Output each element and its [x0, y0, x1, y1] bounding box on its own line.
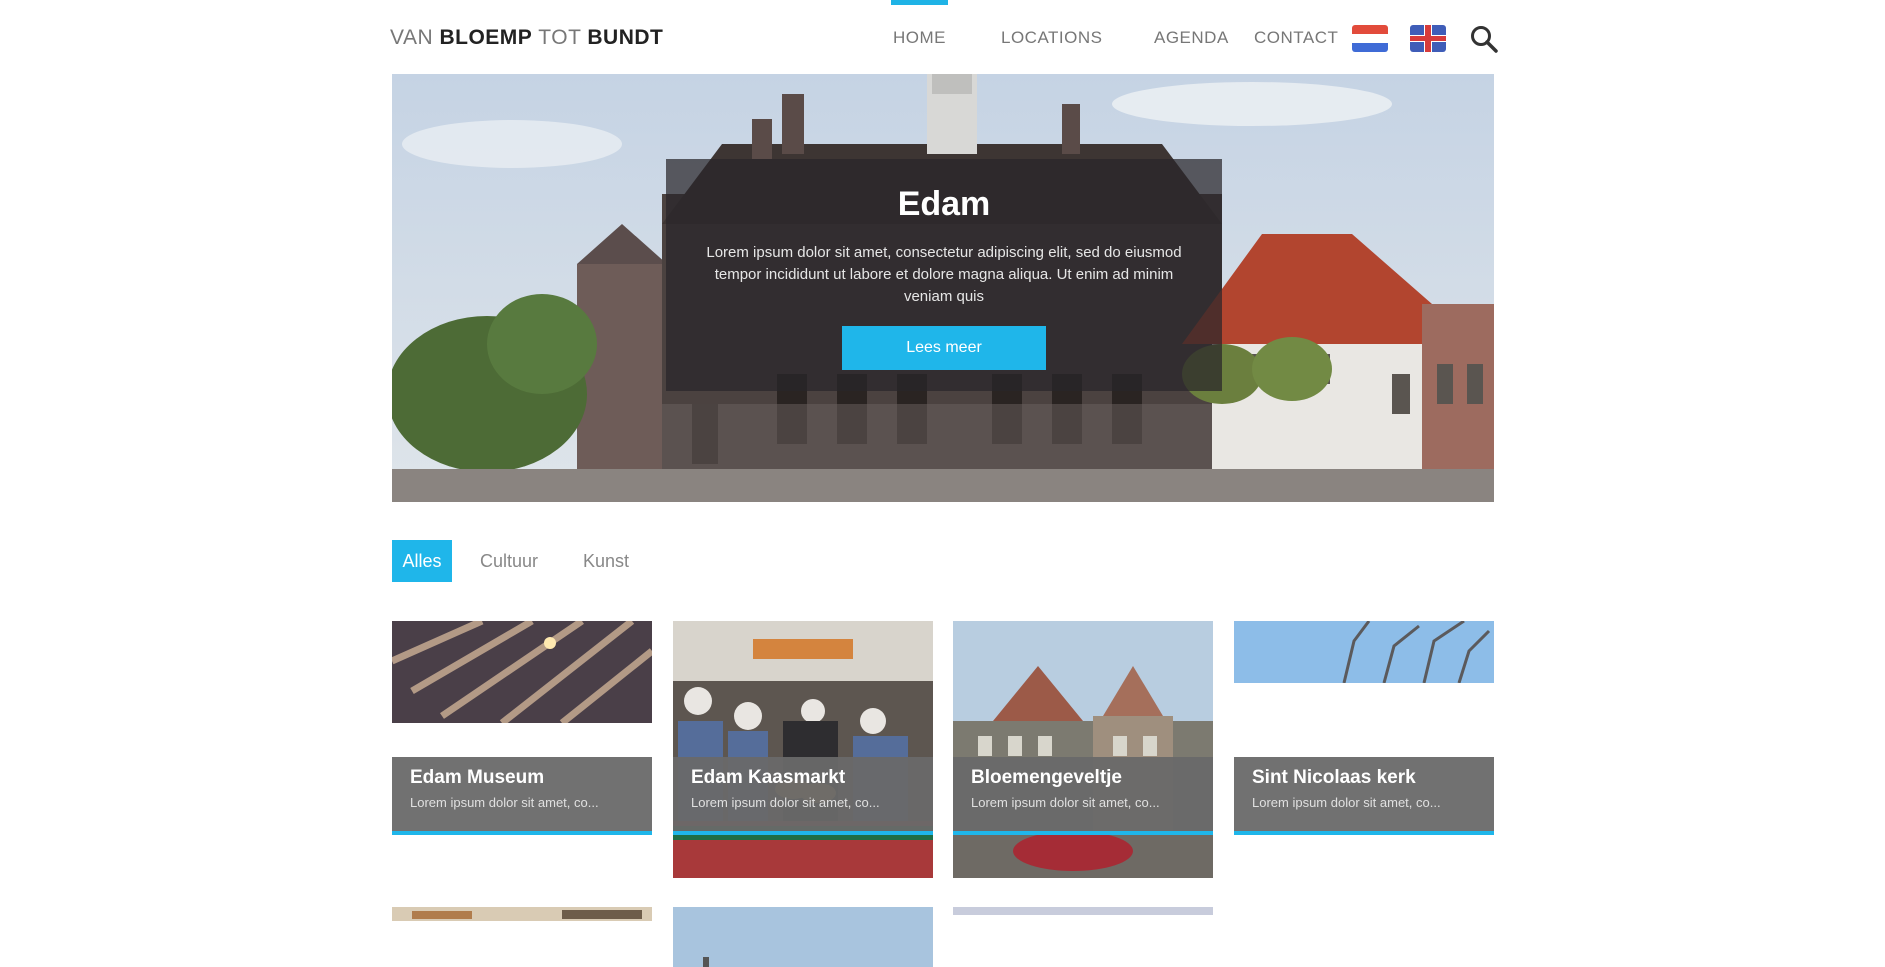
card-text: Lorem ipsum dolor sit amet, co... — [691, 795, 880, 810]
search-icon[interactable] — [1469, 24, 1499, 54]
filter-all[interactable]: Alles — [392, 540, 452, 582]
card-title: Sint Nicolaas kerk — [1252, 767, 1416, 788]
card-row2-2[interactable] — [673, 907, 933, 967]
netherlands-flag-icon[interactable] — [1352, 25, 1388, 52]
card-image — [953, 907, 1213, 915]
card-bloemengeveltje[interactable]: Bloemengeveltje Lorem ipsum dolor sit am… — [953, 621, 1213, 878]
hero-title: Edam — [897, 185, 991, 223]
card-sint-nicolaas-kerk[interactable]: Sint Nicolaas kerk Lorem ipsum dolor sit… — [1234, 621, 1494, 837]
nav-locations[interactable]: LOCATIONS — [1001, 28, 1102, 48]
uk-flag-icon[interactable] — [1410, 25, 1446, 52]
nav-agenda[interactable]: AGENDA — [1154, 28, 1229, 48]
filter-kunst[interactable]: Kunst — [583, 540, 629, 582]
card-caption: Sint Nicolaas kerk Lorem ipsum dolor sit… — [1234, 757, 1494, 835]
card-title: Bloemengeveltje — [971, 767, 1122, 788]
card-title: Edam Museum — [410, 767, 545, 788]
nav-contact[interactable]: CONTACT — [1254, 28, 1338, 48]
card-image — [1234, 621, 1494, 683]
card-image — [392, 621, 652, 723]
card-text: Lorem ipsum dolor sit amet, co... — [971, 795, 1160, 810]
site-header: VAN BLOEMP TOT BUNDT HOME LOCATIONS AGEN… — [390, 0, 1498, 76]
card-caption: Bloemengeveltje Lorem ipsum dolor sit am… — [953, 757, 1213, 835]
card-edam-museum[interactable]: Edam Museum Lorem ipsum dolor sit amet, … — [392, 621, 652, 837]
filter-cultuur[interactable]: Cultuur — [480, 540, 538, 582]
card-row2-3[interactable] — [953, 907, 1213, 915]
card-caption: Edam Kaasmarkt Lorem ipsum dolor sit ame… — [673, 757, 933, 835]
card-text: Lorem ipsum dolor sit amet, co... — [1252, 795, 1441, 810]
card-title: Edam Kaasmarkt — [691, 767, 846, 788]
hero-banner: Edam Lorem ipsum dolor sit amet, consect… — [392, 74, 1494, 502]
card-image — [673, 621, 933, 878]
nav-home[interactable]: HOME — [891, 0, 948, 48]
card-image — [953, 621, 1213, 878]
hero-text: Lorem ipsum dolor sit amet, consectetur … — [706, 244, 1182, 305]
hero-read-more-button[interactable]: Lees meer — [842, 326, 1046, 370]
card-row2-1[interactable] — [392, 907, 652, 921]
card-image — [673, 907, 933, 967]
card-image — [392, 907, 652, 921]
hero-overlay: Edam Lorem ipsum dolor sit amet, consect… — [666, 159, 1222, 391]
main-nav: HOME LOCATIONS AGENDA CONTACT — [390, 0, 1494, 76]
card-text: Lorem ipsum dolor sit amet, co... — [410, 795, 599, 810]
card-caption: Edam Museum Lorem ipsum dolor sit amet, … — [392, 757, 652, 835]
card-edam-kaasmarkt[interactable]: Edam Kaasmarkt Lorem ipsum dolor sit ame… — [673, 621, 933, 878]
